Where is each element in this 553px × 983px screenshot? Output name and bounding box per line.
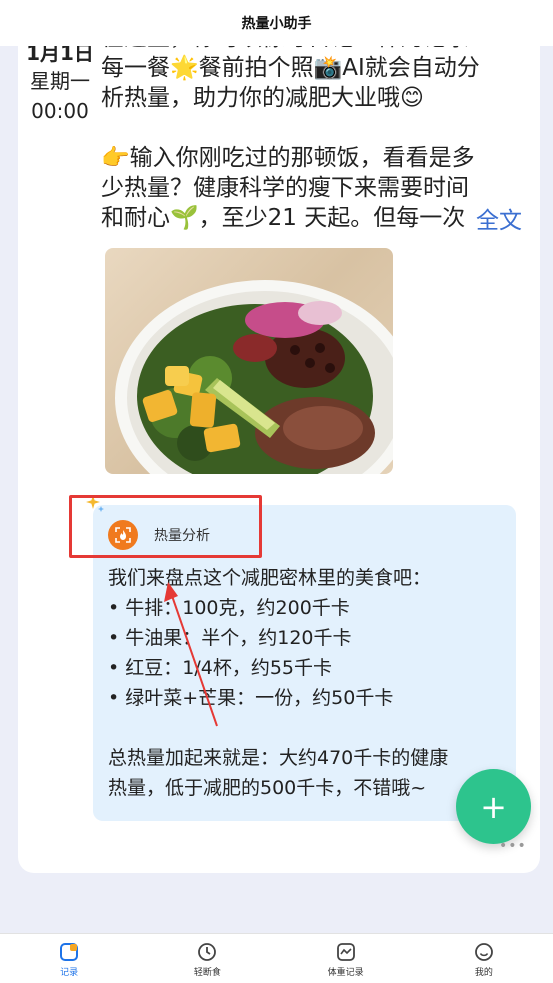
tab-fasting-label: 轻断食 <box>193 968 221 978</box>
add-record-button[interactable]: + <box>456 769 531 844</box>
entry-line: 少热量？健康科学的瘦下来需要时间 <box>101 175 469 201</box>
entry-line: 析热量，助力你的减肥大业哦😊 <box>101 85 424 111</box>
tab-record[interactable]: 记录 <box>0 934 138 983</box>
more-options-icon[interactable]: ••• <box>499 838 527 854</box>
analysis-title: 热量分析 <box>154 528 210 544</box>
top-bar: 热量小助手 <box>0 0 553 46</box>
entry-line: 每一餐🌟餐前拍个照📸AI就会自动分 <box>101 55 480 81</box>
smile-icon <box>474 943 493 961</box>
entry-line: 👉输入你刚吃过的那顿饭，看看是多 <box>101 145 475 171</box>
analysis-summary: 热量，低于减肥的500千卡，不错哦~ <box>108 777 427 799</box>
bottom-nav: 记录 轻断食 体重记录 我的 <box>0 933 553 983</box>
fire-icon <box>108 520 138 550</box>
calorie-analysis-card: 热量分析 我们来盘点这个减肥密林里的美食吧： • 牛排：100克，约200千卡 … <box>93 505 516 821</box>
entry-date-column: 1月1日 星期一 00:00 <box>24 40 96 126</box>
analysis-header: 热量分析 <box>108 520 210 550</box>
tab-record-label: 记录 <box>60 968 79 978</box>
meal-photo-image <box>115 280 393 474</box>
expand-full-text-link[interactable]: 全文 <box>462 206 522 236</box>
sparkle-icon <box>86 495 104 512</box>
analysis-summary: 总热量加起来就是：大约470千卡的健康 <box>108 747 449 769</box>
scale-icon <box>336 943 355 961</box>
tab-weight-label: 体重记录 <box>327 968 364 978</box>
entry-time: 00:00 <box>31 99 89 123</box>
entry-weekday: 星期一 <box>30 69 90 93</box>
clock-icon <box>198 943 217 961</box>
record-icon <box>60 943 79 961</box>
annotation-arrow-icon <box>164 582 218 727</box>
page-title: 热量小助手 <box>241 16 312 32</box>
tab-weight[interactable]: 体重记录 <box>277 934 415 983</box>
tab-profile[interactable]: 我的 <box>415 934 553 983</box>
tab-fasting[interactable]: 轻断食 <box>138 934 276 983</box>
plus-icon: + <box>480 787 507 826</box>
tab-profile-label: 我的 <box>474 968 493 978</box>
meal-photo[interactable] <box>105 248 393 474</box>
entry-line: 和耐心🌱，至少21 天起。但每一次 <box>101 205 466 231</box>
entry-text[interactable]: 在这里，你可以像写日记一样的记录 每一餐🌟餐前拍个照📸AI就会自动分 析热量，助… <box>101 38 521 278</box>
